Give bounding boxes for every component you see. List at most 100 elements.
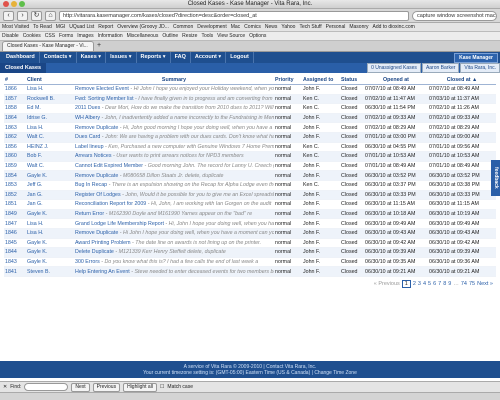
nav-account[interactable]: Account ▾ [191,52,227,63]
client-link[interactable]: Jeff G. [26,180,74,191]
col-id[interactable]: # [4,76,26,85]
summary-cell[interactable]: Cannot Edit Expired Member - Good mornin… [74,161,274,172]
summary-cell[interactable]: 2011 Dues - Dear Mori, How do we make th… [74,103,274,114]
bookmark-item-8[interactable]: Mac [231,24,240,30]
new-tab-icon[interactable]: + [97,41,101,51]
client-link[interactable]: Jan G. [26,190,74,201]
browser-tab[interactable]: Closed Kases - Kase Manager - Vi... [2,41,94,51]
client-link[interactable]: Gayle K. [26,170,74,181]
kase-id[interactable]: 1847 [4,218,26,229]
kase-id[interactable]: 1849 [4,209,26,220]
nav-reports[interactable]: Reports ▾ [137,52,171,63]
summary-title-link[interactable]: Dues Card [75,134,100,140]
summary-cell[interactable]: Dues Card - John: We are having a proble… [74,132,274,143]
kase-id[interactable]: 1863 [4,122,26,133]
summary-cell[interactable]: Fwd: Sorting Member list - I have finall… [74,94,274,105]
bookmark-item-13[interactable]: Personal [326,24,346,30]
table-row[interactable]: 1851 Jan G. Reconciliation Report for 2009… [4,199,496,210]
client-link[interactable]: Lisa H. [26,84,74,95]
kase-id[interactable]: 1859 [4,161,26,172]
summary-title-link[interactable]: 300 Errors [75,259,100,265]
find-input[interactable] [24,383,69,391]
col-summary[interactable]: Summary [74,76,274,85]
summary-cell[interactable]: Remove Duplicate - M080658 Dillon Staats… [74,170,274,181]
summary-title-link[interactable]: WH Albery [75,115,100,121]
client-link[interactable]: Lisa H. [26,228,74,239]
forward-icon[interactable]: › [17,10,28,21]
bookmark-item-15[interactable]: Add to dioxinc.com [373,24,415,30]
pager-page[interactable]: 7 [438,281,441,287]
pager-page[interactable]: 75 [469,281,475,287]
client-link[interactable]: HEINZ J. [26,142,74,153]
client-link[interactable]: Gayle K. [26,257,74,268]
summary-title-link[interactable]: Bug In Recap [75,182,107,188]
bookmark-item-2[interactable]: MGI [56,24,65,30]
kase-id[interactable]: 1852 [4,190,26,201]
nav-logout[interactable]: Logout [226,52,254,63]
url-bar[interactable]: http://vitarara.kasemanager.com/kases/cl… [59,10,409,21]
summary-cell[interactable]: 300 Errors - Do you know what this is? I… [74,257,274,268]
table-row[interactable]: 1844 Gayle K. Delete Duplicate - M121339 K… [4,247,496,258]
client-link[interactable]: Jan G. [26,199,74,210]
search-bar[interactable]: capture window screenshot mac [412,10,497,21]
summary-cell[interactable]: Register Of Lodges - John, Would it be p… [74,190,274,201]
table-row[interactable]: 1843 Gayle K. 300 Errors - Do you know wha… [4,257,496,268]
home-icon[interactable]: ⌂ [45,10,56,21]
back-icon[interactable]: ‹ [3,10,14,21]
table-row[interactable]: 1847 Lisa H. Grand Lodge Life Membership R… [4,218,496,229]
close-window-icon[interactable] [3,1,9,7]
table-row[interactable]: 1863 Lisa H. Remove Duplicate - Hi, John g… [4,122,496,133]
pager-page[interactable]: 5 [428,281,431,287]
table-row[interactable]: 1857 Rockwell B. Fwd: Sorting Member list … [4,94,496,105]
kase-id[interactable]: 1858 [4,103,26,114]
bookmark-item-7[interactable]: Development [197,24,226,30]
devtool-item-8[interactable]: Resize [182,33,197,39]
nav-issues[interactable]: Issues ▾ [106,52,137,63]
table-row[interactable]: 1853 Jeff G. Bug In Recap - There is an ex… [4,180,496,191]
summary-title-link[interactable]: Remove Duplicate [75,230,118,236]
summary-cell[interactable]: Grand Lodge Life Membership Report - Hi,… [74,218,274,229]
summary-cell[interactable]: Remove Duplicate - Hi, John good morning… [74,122,274,133]
kase-id[interactable]: 1857 [4,94,26,105]
summary-title-link[interactable]: 2011 Dues [75,105,100,111]
table-row[interactable]: 1841 Steven B. Help Entering An Event - St… [4,266,496,277]
table-row[interactable]: 1846 Lisa H. Remove Duplicate - Hi John I … [4,228,496,239]
client-link[interactable]: Lisa H. [26,122,74,133]
summary-title-link[interactable]: Fwd: Sorting Member list [75,96,134,102]
kase-id[interactable]: 1845 [4,238,26,249]
table-row[interactable]: 1858 Ed M. 2011 Dues - Dear Mori, How do w… [4,103,496,114]
client-link[interactable]: Gayle K. [26,247,74,258]
client-link[interactable]: Lisa H. [26,218,74,229]
unassigned-kases-link[interactable]: 0 Unassigned Kases [367,63,421,73]
summary-title-link[interactable]: Cannot Edit Expired Member [75,163,143,169]
kase-id[interactable]: 1846 [4,228,26,239]
bookmark-item-9[interactable]: Comics [244,24,261,30]
summary-cell[interactable]: WH Albery - John, I inadvertently added … [74,113,274,124]
pager-page[interactable]: 74 [461,281,467,287]
summary-cell[interactable]: Bug In Recap - There is an expulsion sho… [74,180,274,191]
kase-id[interactable]: 1843 [4,257,26,268]
reload-icon[interactable]: ↻ [31,10,42,21]
summary-title-link[interactable]: Return Error [75,211,104,217]
bookmark-item-10[interactable]: News [265,24,278,30]
kase-id[interactable]: 1851 [4,199,26,210]
col-closed[interactable]: Closed at ▲ [428,76,496,85]
client-link[interactable]: Rockwell B. [26,94,74,105]
pager-page[interactable]: 6 [433,281,436,287]
summary-cell[interactable]: Help Entering An Event - Steve needed to… [74,266,274,277]
find-next-button[interactable]: Next [71,382,90,392]
devtool-item-7[interactable]: Outline [162,33,178,39]
client-link[interactable]: Walt C. [26,161,74,172]
pager-page[interactable]: 2 [413,281,416,287]
devtool-item-0[interactable]: Disable [2,33,19,39]
table-row[interactable]: 1866 Lisa H. Remove Elected Event - Hi Joh… [4,84,496,95]
kase-id[interactable]: 1866 [4,84,26,95]
summary-title-link[interactable]: Remove Elected Event [75,86,129,92]
col-status[interactable]: Status [340,76,364,85]
kase-id[interactable]: 1854 [4,170,26,181]
col-opened[interactable]: Opened at [364,76,428,85]
table-row[interactable]: 1856 HEINZ J. Label lineup - Ken, Purchase… [4,142,496,153]
nav-dashboard[interactable]: Dashboard [2,52,40,63]
minimize-window-icon[interactable] [11,1,17,7]
summary-cell[interactable]: Reconciliation Report for 2009 - Hi, Joh… [74,199,274,210]
